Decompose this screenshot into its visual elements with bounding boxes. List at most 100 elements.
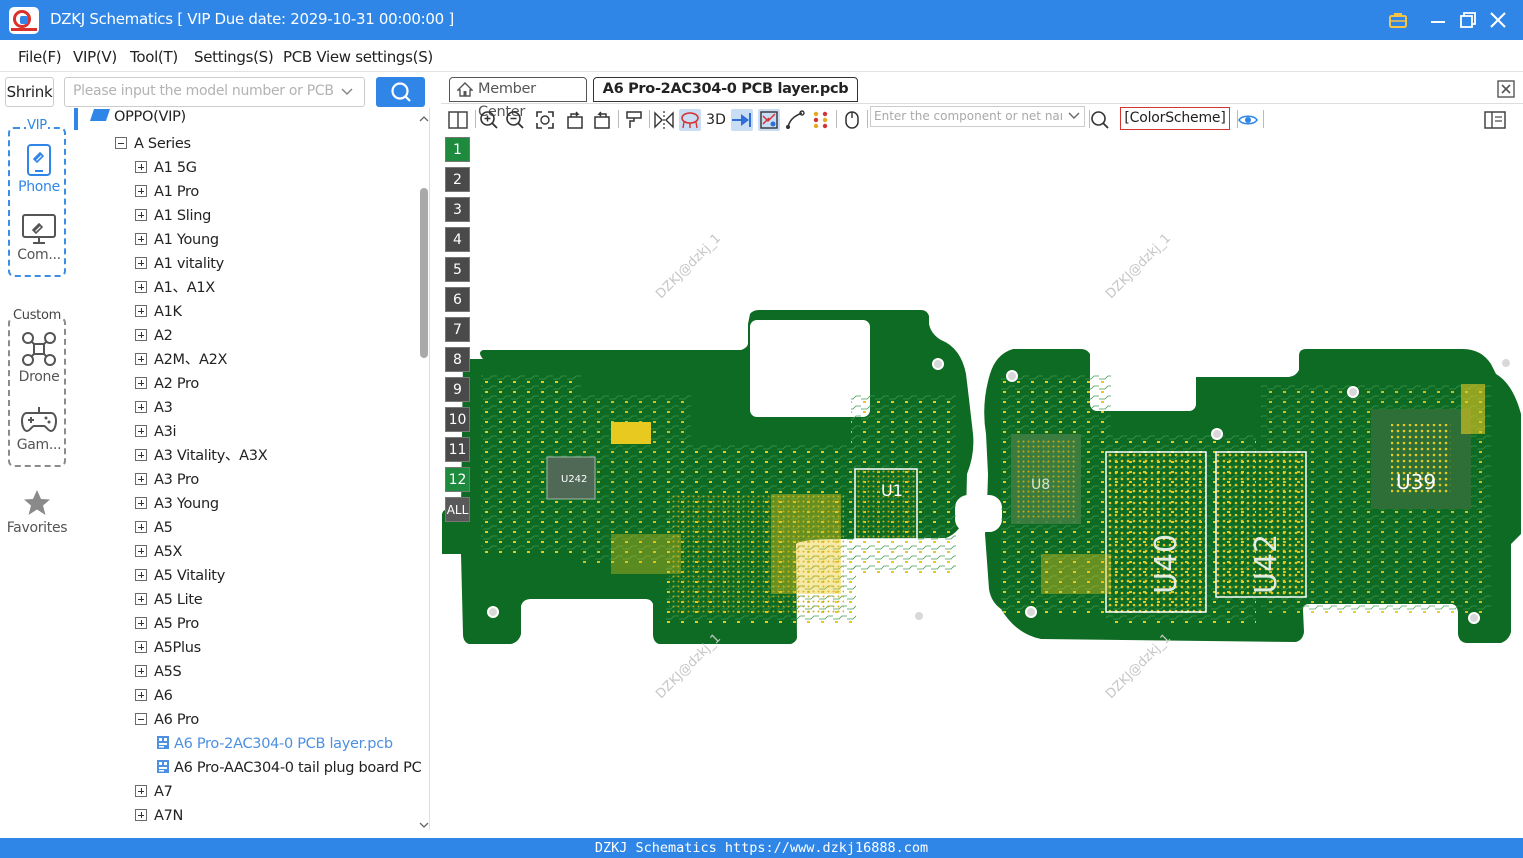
layer-button[interactable]: 10 — [445, 407, 470, 432]
tab-active-file[interactable]: A6 Pro-2AC304-0 PCB layer.pcb — [593, 77, 858, 102]
minimize-button[interactable] — [1426, 8, 1450, 32]
chevron-down-icon[interactable] — [1068, 111, 1080, 121]
nav-favorites[interactable]: Favorites — [2, 488, 72, 536]
nav-phone[interactable]: Phone — [10, 143, 68, 195]
view-3d-button[interactable]: 3D — [705, 109, 727, 131]
fit-view-icon[interactable] — [534, 109, 556, 131]
tree-model-item[interactable]: A1、A1X — [135, 276, 215, 300]
shrink-button[interactable]: Shrink — [5, 77, 54, 107]
pin-tool-icon[interactable] — [731, 109, 753, 131]
tree-series-a[interactable]: A Series — [115, 132, 191, 156]
pcb-board-drawing[interactable]: U242 U1 U8 U40 U42 U39 — [441, 134, 1523, 838]
tree-model-item[interactable]: A6 Pro — [135, 708, 199, 732]
status-bar: DZKJ Schematics https://www.dzkj16888.co… — [0, 838, 1523, 858]
layer-button[interactable]: 4 — [445, 227, 470, 252]
search-icon — [390, 82, 411, 102]
close-button[interactable] — [1486, 8, 1510, 32]
tree-model-item[interactable]: A7 — [135, 780, 173, 804]
restore-button[interactable] — [1456, 8, 1480, 32]
nav-computer[interactable]: Com... — [10, 213, 68, 263]
layer-button[interactable]: 2 — [445, 167, 470, 192]
curve-tool-icon[interactable] — [784, 109, 806, 131]
zoom-in-icon[interactable] — [478, 109, 500, 131]
tree-file-item[interactable]: A6 Pro-2AC304-0 PCB layer.pcb — [156, 732, 393, 756]
menu-pcb-view-settings[interactable]: PCB View settings(S) — [283, 48, 433, 66]
tab-bar: Member Center A6 Pro-2AC304-0 PCB layer.… — [441, 72, 1523, 120]
nav-drone-label: Drone — [18, 369, 60, 385]
layer-button[interactable]: 7 — [445, 317, 470, 342]
tree-model-item[interactable]: A5 Lite — [135, 588, 203, 612]
menu-settings[interactable]: Settings(S) — [194, 48, 274, 66]
layer-button[interactable]: 9 — [445, 377, 470, 402]
menu-vip[interactable]: VIP(V) — [73, 48, 117, 66]
tree-model-item[interactable]: A2 Pro — [135, 372, 199, 396]
zoom-out-icon[interactable] — [504, 109, 526, 131]
tree-model-item[interactable]: A1 vitality — [135, 252, 224, 276]
pcb-canvas[interactable]: U242 U1 U8 U40 U42 U39 DZKJ@dzkj_1 DZKJ@… — [441, 134, 1523, 838]
tree-model-item[interactable]: A3 Pro — [135, 468, 199, 492]
layer-button[interactable]: ALL — [445, 497, 470, 522]
tree-model-item[interactable]: A5 Pro — [135, 612, 199, 636]
component-search-input[interactable] — [874, 109, 1062, 123]
component-search-field[interactable] — [870, 106, 1085, 127]
side-panel-toggle-icon[interactable] — [1484, 109, 1506, 131]
pcb-label: U1 — [881, 481, 903, 500]
format-painter-icon[interactable] — [623, 109, 645, 131]
briefcase-icon[interactable] — [1386, 8, 1410, 32]
close-tab-icon[interactable] — [1497, 80, 1515, 98]
split-view-icon[interactable] — [447, 109, 469, 131]
tree-model-item[interactable]: A6 — [135, 684, 173, 708]
scroll-down-icon[interactable] — [419, 820, 429, 830]
tree-model-item[interactable]: A3 — [135, 396, 173, 420]
search-button[interactable] — [376, 77, 425, 107]
mirror-icon[interactable] — [653, 109, 675, 131]
tree-model-item[interactable]: A5 Vitality — [135, 564, 225, 588]
tree-model-item[interactable]: A2M、A2X — [135, 348, 227, 372]
tree-model-item[interactable]: A1 Young — [135, 228, 219, 252]
tree-model-item[interactable]: A3i — [135, 420, 177, 444]
tree-model-item[interactable]: A7N — [135, 804, 183, 828]
chevron-down-icon[interactable] — [340, 86, 354, 98]
tree-model-item[interactable]: A5 — [135, 516, 173, 540]
tree-model-item[interactable]: A3 Young — [135, 492, 219, 516]
menu-file[interactable]: File(F) — [18, 48, 62, 66]
tree-root[interactable]: OPPO(VIP) — [90, 108, 186, 129]
model-search-field[interactable] — [64, 77, 365, 107]
rotate-right-icon[interactable] — [591, 109, 613, 131]
rotate-left-icon[interactable] — [564, 109, 586, 131]
nav-game[interactable]: Gam... — [10, 403, 68, 453]
layer-button[interactable]: 8 — [445, 347, 470, 372]
layer-button[interactable]: 12 — [445, 467, 470, 492]
menu-tool[interactable]: Tool(T) — [130, 48, 178, 66]
tree-model-item[interactable]: A5X — [135, 540, 182, 564]
tree-model-item[interactable]: A5Plus — [135, 636, 201, 660]
nav-drone[interactable]: Drone — [10, 331, 68, 385]
layer-button[interactable]: 3 — [445, 197, 470, 222]
eye-icon[interactable] — [1237, 109, 1259, 131]
net-highlight-icon[interactable] — [679, 109, 701, 131]
tree-model-item[interactable]: A1 Sling — [135, 204, 211, 228]
color-dots-icon[interactable] — [810, 109, 832, 131]
layer-button[interactable]: 5 — [445, 257, 470, 282]
tree-model-item[interactable]: A5S — [135, 660, 182, 684]
tree-model-item[interactable]: A1 5G — [135, 156, 197, 180]
trace-select-icon[interactable] — [758, 109, 780, 131]
color-scheme-button[interactable]: [ColorScheme] — [1120, 107, 1230, 130]
computer-icon — [22, 214, 56, 244]
app-window: DZKJ Schematics [ VIP Due date: 2029-10-… — [0, 0, 1523, 858]
tree-model-item[interactable]: A3 Vitality、A3X — [135, 444, 268, 468]
tab-member-center[interactable]: Member Center — [449, 77, 587, 120]
layer-button[interactable]: 6 — [445, 287, 470, 312]
layer-button[interactable]: 1 — [445, 137, 470, 162]
tree-file-item[interactable]: A6 Pro-AAC304-0 tail plug board PC — [156, 756, 422, 780]
pcb-label: U39 — [1396, 470, 1436, 494]
tree-model-item[interactable]: A1 Pro — [135, 180, 199, 204]
scroll-up-icon[interactable] — [419, 114, 429, 124]
tree-model-item[interactable]: A1K — [135, 300, 182, 324]
component-search-icon[interactable] — [1089, 109, 1111, 131]
tree-model-item[interactable]: A2 — [135, 324, 173, 348]
model-search-input[interactable] — [73, 83, 333, 99]
tree-scroll-thumb[interactable] — [420, 188, 428, 358]
layer-button[interactable]: 11 — [445, 437, 470, 462]
mouse-mode-icon[interactable] — [841, 109, 863, 131]
